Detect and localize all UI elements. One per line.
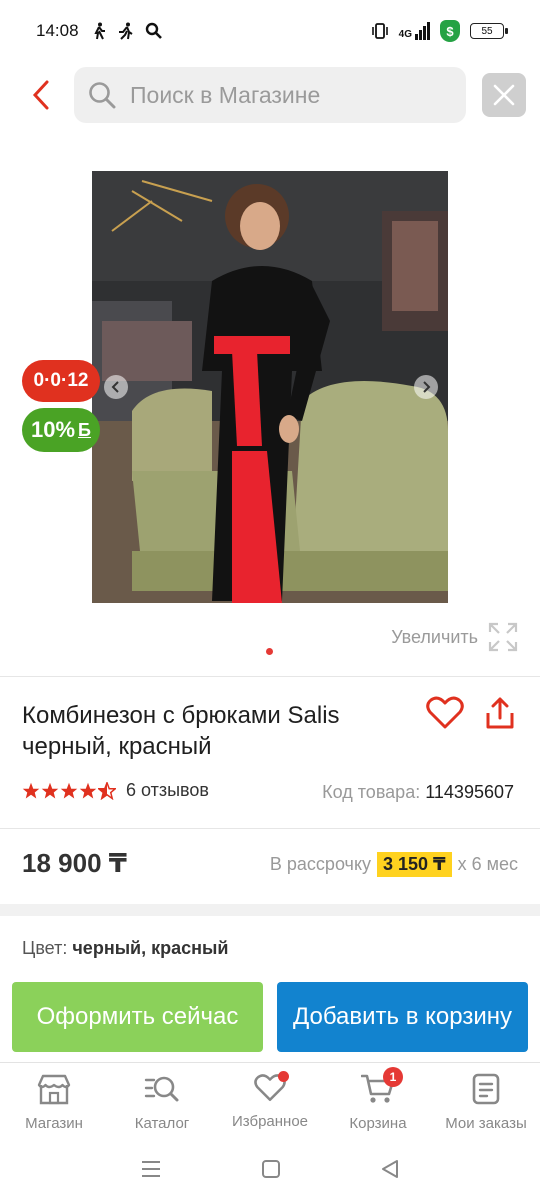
zoom-button[interactable]: Увеличить: [391, 622, 518, 652]
home-button[interactable]: [261, 1159, 281, 1184]
product-price: 18 900 ₸: [22, 848, 127, 878]
system-navigation-bar: [0, 1142, 540, 1200]
half-star-icon: [98, 781, 116, 800]
search-input[interactable]: Поиск в Магазине: [74, 67, 466, 123]
product-photo[interactable]: [92, 171, 448, 603]
nav-item-orders[interactable]: Мои заказы: [432, 1063, 540, 1142]
next-image-button[interactable]: [414, 375, 438, 399]
product-code-label: Код товара:: [322, 782, 421, 802]
installment-label: В рассрочку: [269, 854, 372, 874]
notification-dot: [278, 1071, 289, 1082]
installment-term: х 6 мес: [457, 854, 518, 874]
add-to-cart-button[interactable]: Добавить в корзину: [277, 982, 528, 1052]
nav-label: Магазин: [25, 1115, 83, 1132]
add-to-favorites-button[interactable]: [426, 696, 464, 732]
chevron-left-icon: [32, 80, 49, 110]
bonus-percent: 10%: [31, 417, 76, 442]
gallery-page-indicator: [266, 648, 273, 655]
expand-icon: [488, 622, 518, 652]
zoom-label: Увеличить: [391, 626, 478, 647]
shop-icon: [37, 1074, 71, 1105]
installment-amount: 3 150 ₸: [377, 852, 452, 877]
signal-icon: 4G: [399, 22, 430, 40]
catalog-search-icon: [144, 1076, 179, 1102]
triangle-back-icon: [382, 1159, 399, 1178]
share-icon: [486, 697, 514, 729]
nav-label: Мои заказы: [445, 1115, 527, 1132]
reviews-link[interactable]: 6 отзывов: [126, 780, 209, 801]
color-value: черный, красный: [72, 938, 229, 958]
nav-item-shop[interactable]: Магазин: [0, 1063, 108, 1142]
chevron-right-icon: [423, 381, 431, 393]
heart-icon: [426, 696, 464, 729]
bonus-badge: 10% Б: [22, 408, 100, 452]
rating-row: 6 отзывов: [22, 780, 209, 801]
walking-person-icon: [93, 22, 105, 40]
close-search-button[interactable]: [482, 73, 526, 117]
bottom-navigation: Магазин Каталог Избранное 1 Корзина Мои …: [0, 1062, 540, 1142]
chevron-left-icon: [111, 381, 119, 393]
recent-apps-button[interactable]: [140, 1160, 162, 1183]
close-icon: [493, 84, 515, 106]
cart-count-badge: 1: [383, 1067, 403, 1087]
security-shield-icon: $: [440, 20, 460, 42]
product-code: Код товара: 114395607: [322, 782, 514, 803]
status-bar: 14:08 4G $ 55: [0, 0, 540, 62]
menu-icon: [141, 1160, 160, 1177]
battery-icon: 55: [470, 23, 508, 39]
section-separator: [0, 904, 540, 916]
star-icon: [41, 782, 59, 798]
share-button[interactable]: [484, 696, 518, 732]
product-code-value: 114395607: [425, 782, 514, 802]
previous-image-button[interactable]: [104, 375, 128, 399]
back-button[interactable]: [24, 78, 58, 112]
orders-icon: [472, 1073, 500, 1105]
nav-item-cart[interactable]: 1 Корзина: [324, 1063, 432, 1142]
star-icon: [22, 782, 40, 798]
timer-badge: 0·0·12: [22, 360, 100, 402]
search-placeholder: Поиск в Магазине: [130, 81, 321, 108]
color-info: Цвет: черный, красный: [22, 938, 228, 959]
nav-label: Корзина: [349, 1115, 407, 1132]
divider: [0, 828, 540, 829]
nav-label: Избранное: [231, 1113, 309, 1130]
star-icon: [79, 782, 97, 798]
search-header: Поиск в Магазине: [0, 62, 540, 132]
divider: [0, 676, 540, 677]
product-title: Комбинезон с брюками Salis черный, красн…: [22, 702, 340, 760]
nav-label: Каталог: [134, 1115, 190, 1132]
star-icon: [60, 782, 78, 798]
home-square-icon: [261, 1159, 280, 1178]
network-type: 4G: [398, 29, 412, 40]
nav-item-catalog[interactable]: Каталог: [108, 1063, 216, 1142]
installment-info[interactable]: В рассрочку 3 150 ₸ х 6 мес: [270, 852, 518, 877]
color-label: Цвет:: [22, 938, 68, 958]
vibrate-icon: [371, 23, 388, 39]
bonus-currency: Б: [78, 419, 91, 440]
product-gallery[interactable]: 0·0·12 10% Б: [0, 170, 540, 610]
battery-level: 55: [481, 25, 493, 37]
running-person-icon: [118, 22, 133, 40]
rating-stars: [22, 781, 116, 800]
search-icon: [145, 22, 162, 39]
status-time: 14:08: [36, 21, 79, 40]
buy-now-button[interactable]: Оформить сейчас: [12, 982, 263, 1052]
search-icon: [89, 82, 116, 109]
product-photo-illustration: [92, 171, 448, 603]
system-back-button[interactable]: [380, 1159, 400, 1184]
nav-item-favorites[interactable]: Избранное: [216, 1063, 324, 1142]
